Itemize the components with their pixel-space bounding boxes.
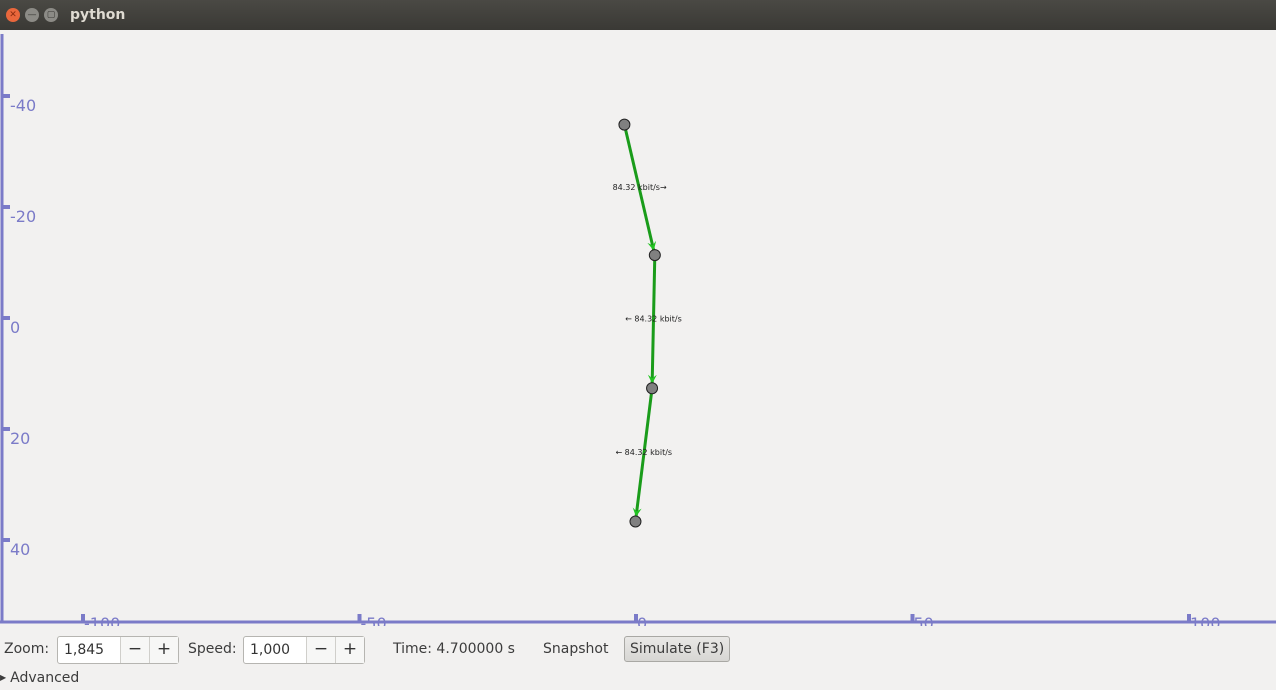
network-node[interactable]: [646, 382, 659, 395]
simulation-canvas[interactable]: -40 -20 0 20 40 -100 -50 0 50 100 84.32 kbit/s→ ← …: [0, 30, 1276, 626]
y-tick-label: 40: [10, 540, 30, 559]
zoom-label: Zoom:: [4, 641, 50, 657]
speed-decrease-button[interactable]: −: [307, 637, 336, 663]
network-node[interactable]: [629, 515, 642, 528]
y-tick-mark: [2, 205, 10, 209]
y-tick-mark: [2, 316, 10, 320]
simulate-button[interactable]: Simulate (F3): [624, 636, 731, 662]
expander-arrow-icon: ▶: [0, 673, 7, 682]
link-label: ← 84.32 kbit/s: [615, 448, 672, 457]
title-bar: ✕ — ▢ python: [0, 0, 1276, 30]
maximize-icon[interactable]: ▢: [44, 8, 58, 22]
zoom-increase-button[interactable]: +: [150, 637, 178, 663]
window-title: python: [70, 7, 126, 23]
zoom-spinner[interactable]: 1,845 − +: [57, 636, 179, 664]
speed-increase-button[interactable]: +: [336, 637, 364, 663]
network-node[interactable]: [618, 118, 631, 131]
minimize-icon[interactable]: —: [25, 8, 39, 22]
speed-label: Speed:: [188, 641, 237, 657]
speed-input[interactable]: 1,000: [244, 637, 307, 663]
network-node[interactable]: [648, 249, 661, 262]
speed-spinner[interactable]: 1,000 − +: [243, 636, 365, 664]
y-tick-label: 0: [10, 318, 20, 337]
time-label: Time: 4.700000 s: [393, 641, 515, 657]
toolbar: Zoom: 1,845 − + Speed: 1,000 − + Time: 4…: [0, 632, 1276, 664]
x-tick-label: -100: [84, 614, 120, 626]
x-tick-label: 50: [914, 614, 934, 626]
snapshot-button[interactable]: Snapshot: [535, 636, 616, 662]
y-tick-label: -20: [10, 207, 36, 226]
close-icon[interactable]: ✕: [6, 8, 20, 22]
y-tick-label: 20: [10, 429, 30, 448]
zoom-decrease-button[interactable]: −: [121, 637, 150, 663]
zoom-input[interactable]: 1,845: [58, 637, 121, 663]
x-tick-label: 100: [1190, 614, 1221, 626]
y-tick-mark: [2, 427, 10, 431]
y-tick-mark: [2, 538, 10, 542]
y-tick-mark: [2, 94, 10, 98]
advanced-label: Advanced: [10, 670, 80, 686]
link-label: ← 84.32 kbit/s: [625, 315, 682, 324]
link-label: 84.32 kbit/s→: [613, 183, 667, 192]
x-tick-label: 0: [637, 614, 647, 626]
y-tick-label: -40: [10, 96, 36, 115]
advanced-expander[interactable]: ▶ Advanced: [0, 670, 79, 686]
network-view[interactable]: -40 -20 0 20 40 -100 -50 0 50 100 84.32 kbit/s→ ← …: [0, 30, 1276, 626]
x-tick-label: -50: [361, 614, 387, 626]
